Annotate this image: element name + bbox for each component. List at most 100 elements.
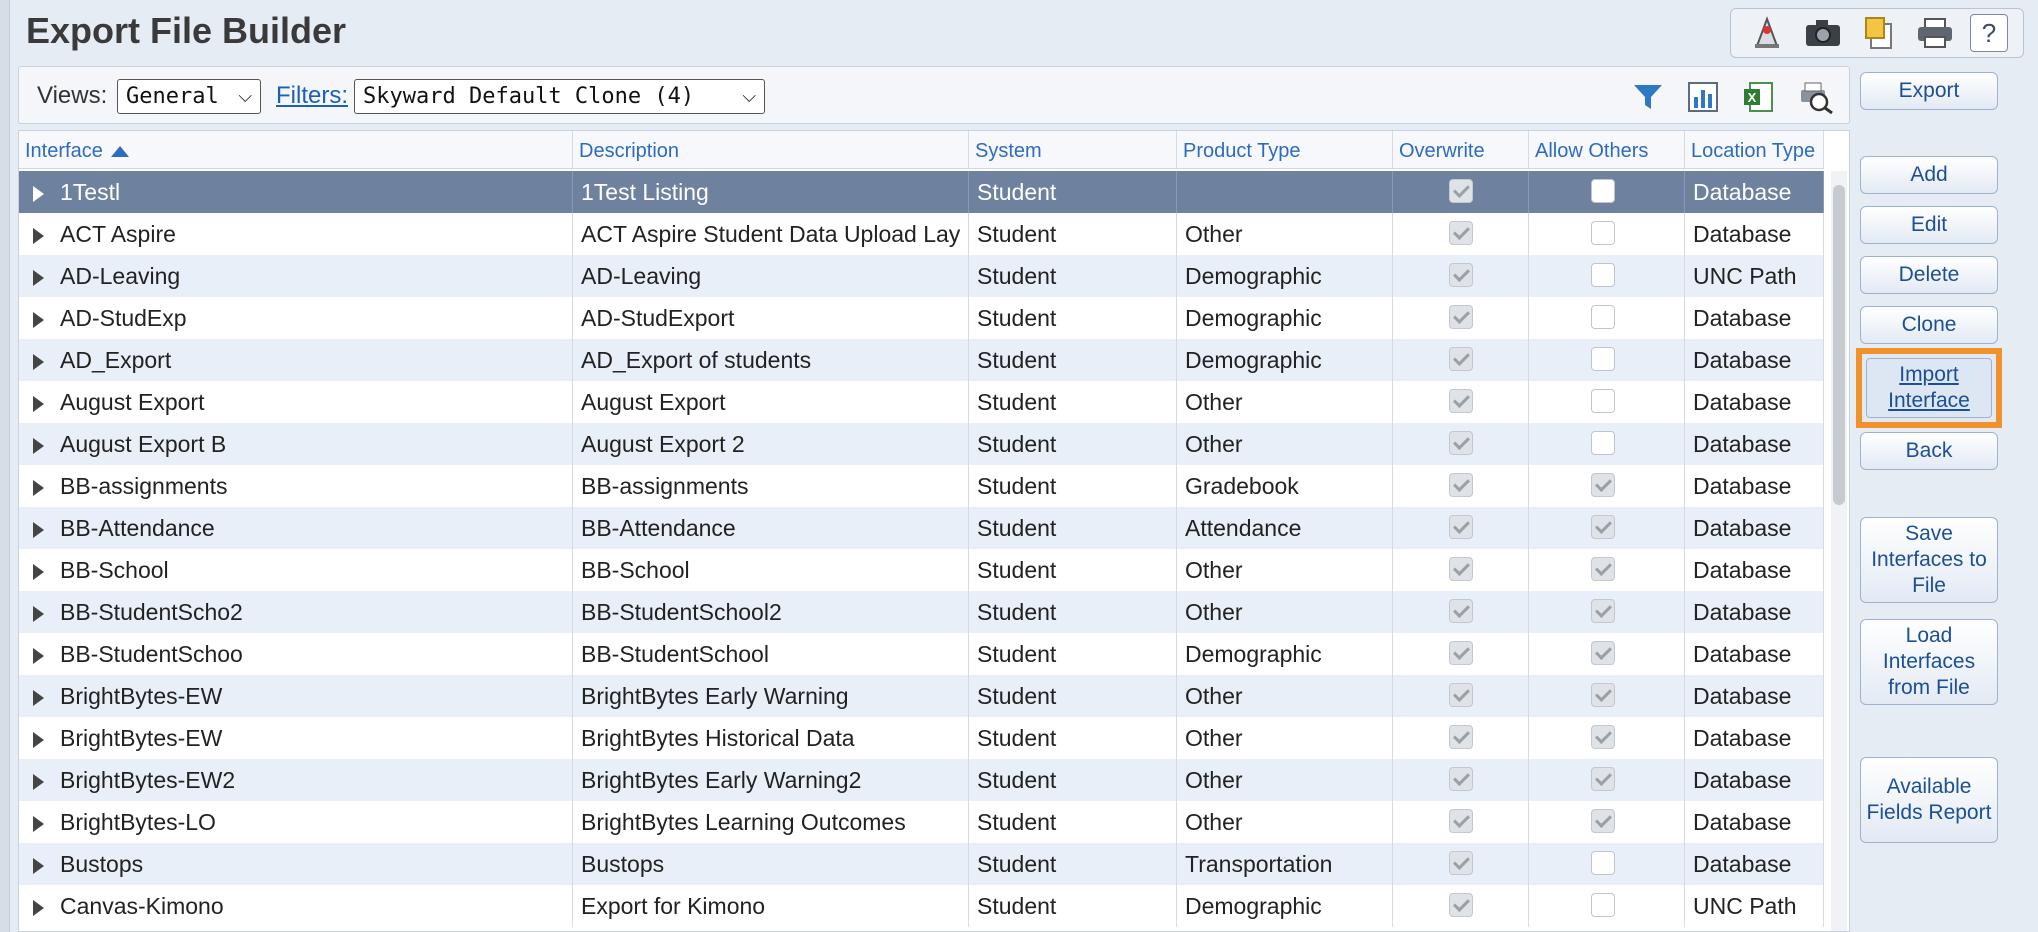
allow-others-checkbox[interactable]: [1591, 179, 1615, 203]
expand-row-icon[interactable]: [33, 269, 44, 286]
table-row[interactable]: AD-StudExp AD-StudExport Student Demographi…: [19, 297, 1824, 339]
overwrite-checkbox[interactable]: [1449, 767, 1473, 791]
allow-others-checkbox[interactable]: [1591, 305, 1615, 329]
expand-row-icon[interactable]: [33, 353, 44, 370]
overwrite-checkbox[interactable]: [1449, 683, 1473, 707]
column-header-product-type[interactable]: Product Type: [1177, 131, 1393, 169]
vertical-scrollbar[interactable]: [1831, 171, 1847, 931]
help-icon[interactable]: ?: [1970, 14, 2008, 52]
expand-row-icon[interactable]: [33, 563, 44, 580]
overwrite-checkbox[interactable]: [1449, 263, 1473, 287]
add-button[interactable]: Add: [1860, 156, 1998, 194]
clone-button[interactable]: Clone: [1860, 306, 1998, 344]
column-header-overwrite[interactable]: Overwrite: [1393, 131, 1529, 169]
edit-button[interactable]: Edit: [1860, 206, 1998, 244]
expand-row-icon[interactable]: [33, 227, 44, 244]
table-row[interactable]: BrightBytes-EW BrightBytes Historical Dat…: [19, 717, 1824, 759]
allow-others-checkbox[interactable]: [1591, 725, 1615, 749]
table-row[interactable]: Canvas-Kimono Export for Kimono Student Dem…: [19, 885, 1824, 927]
save-interfaces-to-file-button[interactable]: Save Interfaces to File: [1860, 517, 1998, 603]
expand-row-icon[interactable]: [33, 521, 44, 538]
table-row[interactable]: BB-School BB-School Student Other Database: [19, 549, 1824, 591]
table-row[interactable]: BB-Attendance BB-Attendance Student Attenda…: [19, 507, 1824, 549]
table-row[interactable]: BB-StudentScho2 BB-StudentSchool2 Student O…: [19, 591, 1824, 633]
allow-others-checkbox[interactable]: [1591, 221, 1615, 245]
overwrite-checkbox[interactable]: [1449, 725, 1473, 749]
expand-row-icon[interactable]: [33, 899, 44, 916]
map-marker-icon[interactable]: [1746, 13, 1788, 53]
column-header-system[interactable]: System: [969, 131, 1177, 169]
printer-icon[interactable]: [1914, 13, 1956, 53]
expand-row-icon[interactable]: [33, 437, 44, 454]
column-header-allow-others[interactable]: Allow Others: [1529, 131, 1685, 169]
table-row[interactable]: BrightBytes-EW2 BrightBytes Early Warning…: [19, 759, 1824, 801]
overwrite-checkbox[interactable]: [1449, 557, 1473, 581]
table-row[interactable]: 1Testl 1Test Listing Student Database: [19, 171, 1824, 213]
excel-icon[interactable]: X: [1737, 77, 1779, 117]
overwrite-checkbox[interactable]: [1449, 893, 1473, 917]
table-row[interactable]: ACT Aspire ACT Aspire Student Data Upload…: [19, 213, 1824, 255]
expand-row-icon[interactable]: [33, 479, 44, 496]
views-select[interactable]: General ⌵: [117, 79, 261, 114]
table-row[interactable]: Bustops Bustops Student Transportation Datab…: [19, 843, 1824, 885]
column-header-location-type[interactable]: Location Type: [1685, 131, 1824, 169]
overwrite-checkbox[interactable]: [1449, 389, 1473, 413]
table-row[interactable]: BrightBytes-LO BrightBytes Learning Outco…: [19, 801, 1824, 843]
overwrite-checkbox[interactable]: [1449, 851, 1473, 875]
overwrite-checkbox[interactable]: [1449, 515, 1473, 539]
overwrite-checkbox[interactable]: [1449, 599, 1473, 623]
expand-row-icon[interactable]: [33, 689, 44, 706]
allow-others-checkbox[interactable]: [1591, 599, 1615, 623]
allow-others-checkbox[interactable]: [1591, 473, 1615, 497]
allow-others-checkbox[interactable]: [1591, 389, 1615, 413]
back-button[interactable]: Back: [1860, 432, 1998, 470]
allow-others-checkbox[interactable]: [1591, 851, 1615, 875]
allow-others-checkbox[interactable]: [1591, 641, 1615, 665]
column-header-description[interactable]: Description: [573, 131, 969, 169]
overwrite-checkbox[interactable]: [1449, 347, 1473, 371]
load-interfaces-from-file-button[interactable]: Load Interfaces from File: [1860, 619, 1998, 705]
allow-others-checkbox[interactable]: [1591, 263, 1615, 287]
column-header-interface[interactable]: Interface: [19, 131, 573, 169]
overwrite-checkbox[interactable]: [1449, 641, 1473, 665]
expand-row-icon[interactable]: [33, 773, 44, 790]
allow-others-checkbox[interactable]: [1591, 809, 1615, 833]
export-button[interactable]: Export: [1860, 72, 1998, 110]
bar-chart-icon[interactable]: [1682, 77, 1724, 117]
allow-others-checkbox[interactable]: [1591, 767, 1615, 791]
expand-row-icon[interactable]: [33, 311, 44, 328]
filter-icon[interactable]: [1627, 77, 1669, 117]
expand-row-icon[interactable]: [33, 605, 44, 622]
allow-others-checkbox[interactable]: [1591, 683, 1615, 707]
delete-button[interactable]: Delete: [1860, 256, 1998, 294]
table-row[interactable]: BB-assignments BB-assignments Student Grade…: [19, 465, 1824, 507]
table-row[interactable]: August Export B August Export 2 Student Oth…: [19, 423, 1824, 465]
allow-others-checkbox[interactable]: [1591, 431, 1615, 455]
table-row[interactable]: AD-Leaving AD-Leaving Student Demographic UN…: [19, 255, 1824, 297]
scrollbar-thumb[interactable]: [1833, 185, 1845, 505]
expand-row-icon[interactable]: [33, 185, 44, 202]
table-row[interactable]: August Export August Export Student Other Da…: [19, 381, 1824, 423]
allow-others-checkbox[interactable]: [1591, 515, 1615, 539]
print-preview-icon[interactable]: [1795, 77, 1837, 117]
expand-row-icon[interactable]: [33, 647, 44, 664]
table-row[interactable]: BrightBytes-EW BrightBytes Early Warning S…: [19, 675, 1824, 717]
filters-link[interactable]: Filters:: [276, 82, 348, 110]
allow-others-checkbox[interactable]: [1591, 347, 1615, 371]
table-row[interactable]: AD_Export AD_Export of students Student Dem…: [19, 339, 1824, 381]
expand-row-icon[interactable]: [33, 395, 44, 412]
expand-row-icon[interactable]: [33, 815, 44, 832]
overwrite-checkbox[interactable]: [1449, 305, 1473, 329]
overwrite-checkbox[interactable]: [1449, 473, 1473, 497]
overwrite-checkbox[interactable]: [1449, 431, 1473, 455]
filters-select[interactable]: Skyward Default Clone (4) ⌵: [354, 79, 765, 114]
expand-row-icon[interactable]: [33, 731, 44, 748]
allow-others-checkbox[interactable]: [1591, 557, 1615, 581]
notes-icon[interactable]: [1858, 13, 1900, 53]
allow-others-checkbox[interactable]: [1591, 893, 1615, 917]
camera-icon[interactable]: [1802, 13, 1844, 53]
import-interface-button[interactable]: Import Interface: [1866, 358, 1992, 418]
expand-row-icon[interactable]: [33, 857, 44, 874]
overwrite-checkbox[interactable]: [1449, 221, 1473, 245]
overwrite-checkbox[interactable]: [1449, 809, 1473, 833]
